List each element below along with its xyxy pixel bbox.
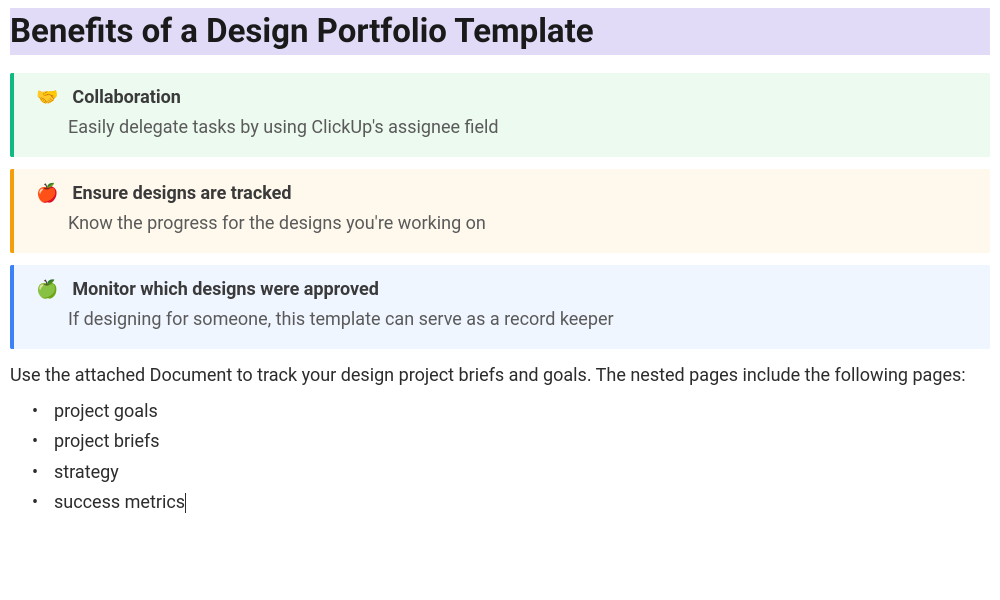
callout-body: If designing for someone, this template … <box>68 306 972 333</box>
green-apple-icon: 🍏 <box>36 281 58 299</box>
callout-title: Ensure designs are tracked <box>72 183 291 204</box>
text-cursor <box>185 493 186 513</box>
page-title[interactable]: Benefits of a Design Portfolio Template <box>10 8 990 55</box>
apple-icon: 🍎 <box>36 185 58 203</box>
callout-header: 🤝 Collaboration <box>36 87 972 108</box>
list-item[interactable]: strategy <box>30 458 990 489</box>
handshake-icon: 🤝 <box>36 89 58 107</box>
callout-tracking[interactable]: 🍎 Ensure designs are tracked Know the pr… <box>10 169 990 253</box>
callout-collaboration[interactable]: 🤝 Collaboration Easily delegate tasks by… <box>10 73 990 157</box>
list-item[interactable]: project goals <box>30 397 990 428</box>
callout-approval[interactable]: 🍏 Monitor which designs were approved If… <box>10 265 990 349</box>
list-item[interactable]: success metrics <box>30 488 990 519</box>
callout-title: Collaboration <box>72 87 180 108</box>
callout-header: 🍎 Ensure designs are tracked <box>36 183 972 204</box>
bullet-list[interactable]: project goals project briefs strategy su… <box>10 397 990 519</box>
callout-body: Easily delegate tasks by using ClickUp's… <box>68 114 972 141</box>
callout-body: Know the progress for the designs you're… <box>68 210 972 237</box>
intro-paragraph[interactable]: Use the attached Document to track your … <box>10 361 990 391</box>
callout-title: Monitor which designs were approved <box>72 279 378 300</box>
callout-header: 🍏 Monitor which designs were approved <box>36 279 972 300</box>
list-item[interactable]: project briefs <box>30 427 990 458</box>
